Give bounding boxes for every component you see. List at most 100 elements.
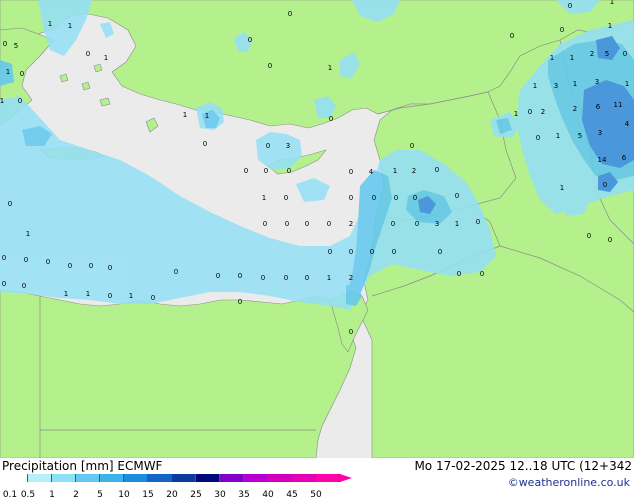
- credit-link[interactable]: ©weatheronline.co.uk: [508, 476, 630, 489]
- precip-value-label: 0: [285, 220, 289, 228]
- precip-value-label: 0: [305, 220, 309, 228]
- precip-value-label: 2: [573, 105, 577, 113]
- precip-value-label: 0: [391, 220, 395, 228]
- legend-tick-label: 25: [190, 490, 202, 500]
- precip-value-label: 4: [369, 168, 374, 176]
- precip-value-label: 0: [372, 194, 376, 202]
- precip-value-label: 0: [587, 232, 591, 240]
- precip-value-label: 0: [438, 248, 442, 256]
- precip-value-label: 0: [108, 264, 112, 272]
- legend-swatch: [268, 474, 292, 482]
- precip-value-label: 1: [86, 290, 90, 298]
- precip-value-label: 0: [284, 274, 288, 282]
- legend-tick-label: 2: [73, 490, 79, 500]
- legend-swatch: [28, 474, 52, 482]
- precip-value-label: 0: [263, 220, 267, 228]
- precip-value-label: 3: [554, 82, 558, 90]
- legend-tick-label: 45: [286, 490, 298, 500]
- precip-value-label: 0: [328, 248, 332, 256]
- precip-value-label: 0: [392, 248, 396, 256]
- legend-swatch: [172, 474, 196, 482]
- precip-value-label: 0: [415, 220, 419, 228]
- precip-value-label: 0: [244, 167, 248, 175]
- precip-value-label: 2: [349, 220, 353, 228]
- precip-value-label: 0: [8, 200, 12, 208]
- precip-value-label: 0: [327, 220, 331, 228]
- precip-value-label: 0: [2, 280, 6, 288]
- precip-value-label: 0: [568, 2, 572, 10]
- precip-value-label: 0: [216, 272, 220, 280]
- legend-swatch: [220, 474, 244, 482]
- legend-tick-label: 1: [49, 490, 55, 500]
- legend-swatch: [52, 474, 76, 482]
- precip-value-label: 0: [305, 274, 309, 282]
- precip-value-label: 1: [393, 167, 397, 175]
- precip-value-label: 2: [412, 167, 416, 175]
- precip-value-label: 0: [536, 134, 540, 142]
- legend-tick-label: 15: [142, 490, 154, 500]
- precip-value-label: 0: [413, 194, 417, 202]
- precip-value-label: 11: [614, 101, 623, 109]
- precip-value-label: 0: [22, 282, 26, 290]
- precip-value-label: 0: [238, 272, 242, 280]
- precip-value-label: 0: [268, 62, 272, 70]
- precip-value-label: 0: [266, 142, 270, 150]
- precip-value-label: 1: [6, 68, 10, 76]
- precip-value-label: 5: [14, 42, 18, 50]
- precip-value-label: 1: [550, 54, 554, 62]
- precip-value-label: 4: [625, 120, 630, 128]
- legend-tick-label: 10: [118, 490, 130, 500]
- precip-value-label: 0: [46, 258, 50, 266]
- legend-swatch: [316, 474, 340, 482]
- precip-value-label: 0: [86, 50, 90, 58]
- precip-value-label: 1: [560, 184, 564, 192]
- precip-value-label: 1: [608, 22, 612, 30]
- precip-value-label: 1: [205, 112, 209, 120]
- precip-value-label: 0: [24, 256, 28, 264]
- precip-value-label: 1: [262, 194, 266, 202]
- precip-value-label: 1: [0, 97, 4, 105]
- legend-swatch: [292, 474, 316, 482]
- legend-tick-label: 40: [262, 490, 274, 500]
- legend-tick-label: 5: [97, 490, 103, 500]
- precip-value-label: 0: [18, 97, 22, 105]
- precip-value-label: 1: [328, 64, 332, 72]
- map-footer: Precipitation [mm] ECMWF Mo 17-02-2025 1…: [0, 458, 634, 500]
- legend-swatch: [196, 474, 220, 482]
- precip-value-label: 1: [183, 111, 187, 119]
- precip-value-label: 0: [349, 328, 353, 336]
- precip-value-label: 1: [570, 54, 574, 62]
- precip-value-label: 0: [329, 115, 333, 123]
- precip-value-label: 6: [596, 103, 601, 111]
- legend-swatch: [76, 474, 100, 482]
- precip-value-label: 1: [556, 132, 560, 140]
- precip-value-label: 0: [608, 236, 612, 244]
- precip-value-label: 5: [578, 132, 582, 140]
- precip-value-label: 0: [89, 262, 93, 270]
- precip-value-label: 0: [349, 168, 353, 176]
- precip-value-label: 0: [203, 140, 207, 148]
- precip-value-label: 0: [264, 167, 268, 175]
- precip-value-label: 0: [288, 10, 292, 18]
- precip-value-label: 1: [327, 274, 331, 282]
- precip-value-label: 0: [480, 270, 484, 278]
- precip-value-label: 0: [287, 167, 291, 175]
- precip-value-label: 3: [595, 78, 599, 86]
- precip-value-label: 0: [603, 181, 607, 189]
- precip-value-label: 2: [590, 50, 594, 58]
- precip-value-label: 1: [48, 20, 52, 28]
- precip-value-label: 3: [598, 129, 602, 137]
- legend-swatch: [124, 474, 148, 482]
- precip-value-label: 0: [248, 36, 252, 44]
- precip-value-label: 0: [238, 298, 242, 306]
- legend-swatch: [100, 474, 124, 482]
- precip-value-label: 14: [598, 156, 607, 164]
- precip-value-label: 0: [108, 292, 112, 300]
- precip-value-label: 2: [349, 274, 353, 282]
- precip-value-label: 3: [435, 220, 439, 228]
- precip-value-label: 0: [528, 108, 532, 116]
- map-canvas: 01 100 51 01 0100 100 10 11 1 2 5 01 3 1 3 11 0 2 2 6 110 1 5 3…: [0, 0, 634, 458]
- precip-value-label: 1: [625, 80, 629, 88]
- precip-value-label: 1: [64, 290, 68, 298]
- precip-value-label: 0: [435, 166, 439, 174]
